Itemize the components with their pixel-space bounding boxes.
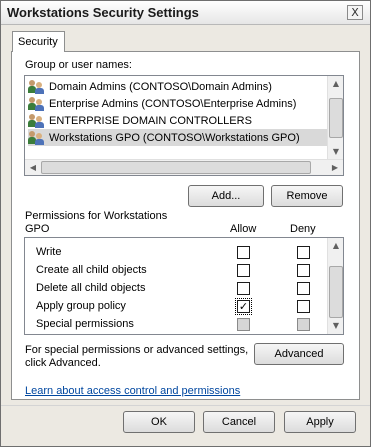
scroll-up-arrow-icon[interactable]: ▲ — [328, 238, 343, 254]
scroll-thumb[interactable] — [329, 266, 343, 318]
permissions-list: Write Create all child objects Delete al… — [24, 237, 344, 335]
scroll-right-arrow-icon[interactable]: ▶ — [327, 160, 343, 175]
deny-checkbox[interactable] — [297, 246, 310, 259]
user-group-icon — [28, 113, 45, 128]
deny-checkbox[interactable] — [297, 264, 310, 277]
list-item-label: Workstations GPO (CONTOSO\Workstations G… — [49, 131, 300, 144]
list-item[interactable]: ENTERPRISE DOMAIN CONTROLLERS — [28, 112, 337, 129]
allow-checkbox-disabled — [237, 318, 250, 331]
permission-name: Create all child objects — [36, 264, 147, 276]
allow-checkbox[interactable] — [237, 246, 250, 259]
allow-checkbox[interactable] — [237, 264, 250, 277]
deny-column-header: Deny — [290, 223, 316, 235]
permission-row: Apply group policy ✓ — [25, 298, 327, 316]
window-title: Workstations Security Settings — [7, 5, 199, 20]
list-item-label: Enterprise Admins (CONTOSO\Enterprise Ad… — [49, 97, 297, 110]
group-list-vscrollbar[interactable]: ▲ ▼ — [327, 76, 343, 160]
permission-row: Create all child objects — [25, 262, 327, 280]
permission-name: Write — [36, 246, 62, 258]
tab-security-label: Security — [18, 36, 58, 48]
apply-button[interactable]: Apply — [284, 411, 356, 433]
advanced-button[interactable]: Advanced — [254, 343, 344, 365]
permission-row: Special permissions — [25, 316, 327, 334]
permission-name: Special permissions — [36, 318, 134, 330]
scroll-up-arrow-icon[interactable]: ▲ — [328, 76, 343, 92]
deny-checkbox[interactable] — [297, 300, 310, 313]
allow-column-header: Allow — [230, 223, 257, 235]
list-item-selected[interactable]: Workstations GPO (CONTOSO\Workstations G… — [28, 129, 337, 146]
footer-divider — [1, 405, 370, 406]
group-list-hscrollbar[interactable]: ◀ ▶ — [25, 159, 343, 175]
list-item[interactable]: Domain Admins (CONTOSO\Domain Admins) — [28, 78, 337, 95]
ok-button[interactable]: OK — [123, 411, 195, 433]
scroll-thumb[interactable] — [329, 98, 343, 138]
permissions-label-line1: Permissions for Workstations — [25, 210, 168, 222]
list-item[interactable]: Enterprise Admins (CONTOSO\Enterprise Ad… — [28, 95, 337, 112]
title-bar[interactable]: Workstations Security Settings X — [1, 1, 370, 25]
learn-more-link[interactable]: Learn about access control and permissio… — [25, 385, 240, 397]
scroll-down-arrow-icon[interactable]: ▼ — [328, 318, 343, 334]
permission-row: Write — [25, 244, 327, 262]
scroll-thumb[interactable] — [41, 161, 311, 174]
permission-row: Delete all child objects — [25, 280, 327, 298]
deny-checkbox[interactable] — [297, 282, 310, 295]
allow-checkbox-checked[interactable]: ✓ — [235, 298, 252, 315]
tab-security[interactable]: Security — [12, 31, 65, 52]
list-item-label: ENTERPRISE DOMAIN CONTROLLERS — [49, 114, 252, 127]
dialog-window: Workstations Security Settings X Securit… — [0, 0, 371, 447]
user-group-icon — [28, 79, 45, 94]
advanced-hint-line1: For special permissions or advanced sett… — [25, 344, 249, 356]
group-list-label: Group or user names: — [25, 59, 132, 71]
group-user-list[interactable]: Domain Admins (CONTOSO\Domain Admins) En… — [24, 75, 344, 176]
advanced-hint-line2: click Advanced. — [25, 357, 101, 369]
list-item-label: Domain Admins (CONTOSO\Domain Admins) — [49, 80, 272, 93]
permission-name: Apply group policy — [36, 300, 126, 312]
scroll-left-arrow-icon[interactable]: ◀ — [25, 160, 41, 175]
allow-checkbox[interactable] — [237, 282, 250, 295]
cancel-button[interactable]: Cancel — [203, 411, 275, 433]
user-group-icon — [28, 130, 45, 145]
user-group-icon — [28, 96, 45, 111]
permissions-label-line2: GPO — [25, 223, 50, 235]
scroll-down-arrow-icon[interactable]: ▼ — [328, 144, 343, 160]
remove-button[interactable]: Remove — [271, 185, 343, 207]
close-button[interactable]: X — [347, 5, 363, 20]
add-button[interactable]: Add... — [188, 185, 264, 207]
permission-name: Delete all child objects — [36, 282, 146, 294]
permissions-vscrollbar[interactable]: ▲ ▼ — [327, 238, 343, 334]
deny-checkbox-disabled — [297, 318, 310, 331]
